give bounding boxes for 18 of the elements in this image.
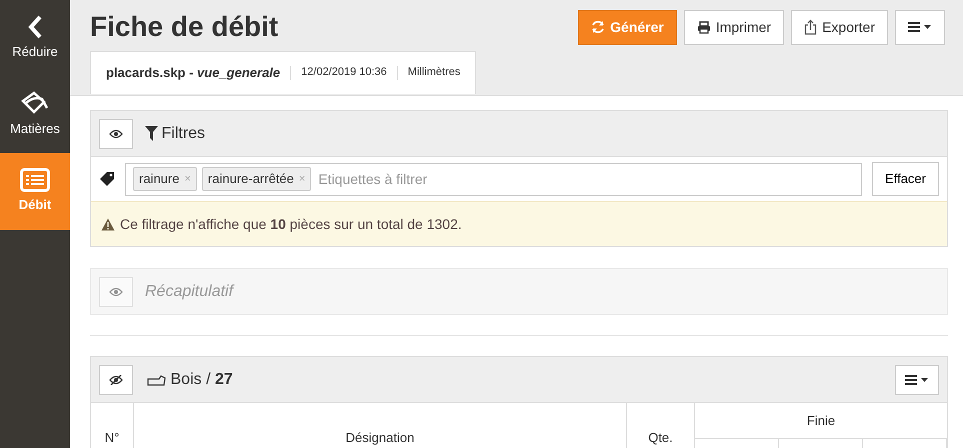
tag-input-field[interactable]: rainure × rainure-arrêtée × Etiquettes à filtrer bbox=[125, 162, 862, 196]
column-header: Désignation bbox=[346, 429, 414, 447]
clear-button[interactable]: Effacer bbox=[872, 162, 939, 196]
panel-title: Bois / 27 bbox=[170, 370, 233, 390]
column-header: N° bbox=[104, 429, 120, 447]
file-tab[interactable]: placards.skp - vue_generale 12/02/2019 10:36 Millimètres bbox=[90, 50, 476, 94]
column-header: Qte. bbox=[648, 429, 673, 447]
print-button[interactable]: Imprimer bbox=[684, 10, 784, 44]
sidebar-item[interactable]: Réduire bbox=[0, 0, 70, 76]
column-header: Finie bbox=[806, 412, 836, 430]
page-title: Fiche de débit bbox=[90, 10, 278, 44]
panel-title: Récapitulatif bbox=[145, 282, 234, 302]
alert-message: Ce filtrage n'affiche que 10 pièces sur un total de 1302. bbox=[120, 214, 462, 234]
sidebar-item[interactable]: Matières bbox=[0, 76, 70, 153]
export-button[interactable]: Exporter bbox=[791, 10, 888, 44]
filter-tag[interactable]: rainure-arrêtée × bbox=[202, 167, 312, 191]
filter-tag[interactable]: rainure × bbox=[133, 167, 197, 191]
panel-title: Filtres bbox=[162, 124, 206, 144]
